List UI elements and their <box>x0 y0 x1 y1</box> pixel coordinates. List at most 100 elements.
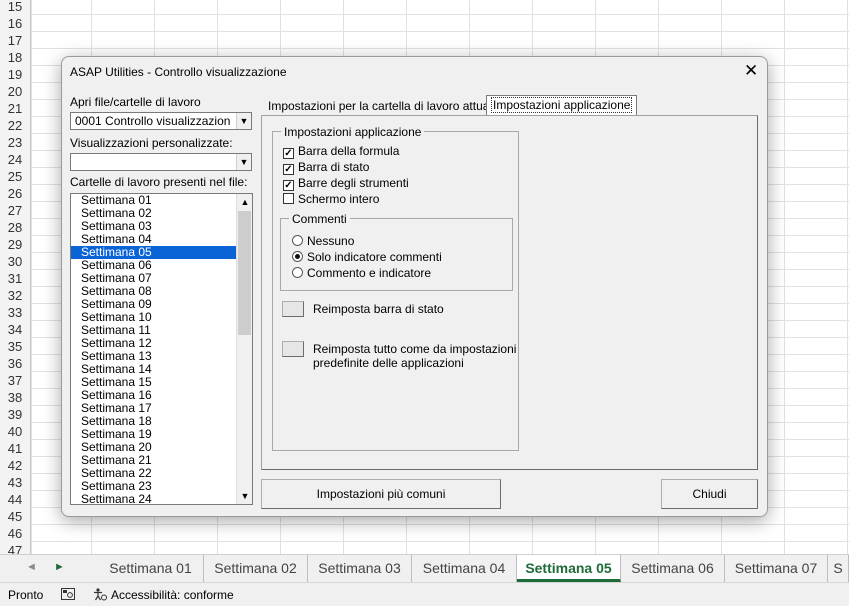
row-header[interactable]: 44 <box>0 491 31 508</box>
sheet-row[interactable]: 15 <box>0 0 849 15</box>
custom-views-dropdown[interactable]: ▼ <box>70 153 252 171</box>
row-header[interactable]: 39 <box>0 406 31 423</box>
tab-app-settings-label: Impostazioni applicazione <box>491 97 633 113</box>
row-header[interactable]: 36 <box>0 355 31 372</box>
checkbox-box[interactable]: ✓ <box>283 164 294 175</box>
row-header[interactable]: 17 <box>0 32 31 49</box>
row-header[interactable]: 22 <box>0 117 31 134</box>
checkbox-box[interactable] <box>283 193 294 204</box>
radio-button[interactable] <box>292 235 303 246</box>
row-header[interactable]: 40 <box>0 423 31 440</box>
sheet-row[interactable]: 17 <box>0 32 849 49</box>
app-settings-panel: Impostazioni applicazione ✓ Barra della f… <box>261 115 758 470</box>
radio-indicator-only[interactable]: Solo indicatore commenti <box>292 250 442 264</box>
radio-button[interactable] <box>292 267 303 278</box>
tab-scroll-left-icon[interactable]: ◄ <box>26 561 37 573</box>
sheets-label: Cartelle di lavoro presenti nel file: <box>70 175 248 189</box>
row-header[interactable]: 30 <box>0 253 31 270</box>
app-settings-legend: Impostazioni applicazione <box>281 125 425 139</box>
sheet-row[interactable]: 46 <box>0 525 849 542</box>
checkbox-status-bar[interactable]: ✓ Barra di stato <box>283 160 369 175</box>
close-icon[interactable]: ✕ <box>744 61 758 81</box>
list-item[interactable]: Settimana 24 <box>71 493 236 505</box>
open-files-label: Apri file/cartelle di lavoro <box>70 95 201 109</box>
dialog-title: ASAP Utilities - Controllo visualizzazio… <box>70 65 287 79</box>
chevron-down-icon[interactable]: ▼ <box>236 154 251 170</box>
scrollbar-thumb[interactable] <box>238 211 251 335</box>
tab-app-settings[interactable]: Impostazioni applicazione <box>486 95 638 116</box>
row-header[interactable]: 27 <box>0 202 31 219</box>
checkbox-label: Schermo intero <box>298 192 380 206</box>
row-header[interactable]: 38 <box>0 389 31 406</box>
reset-all-label-line1: Reimposta tutto come da impostazioni <box>313 342 517 356</box>
custom-views-label: Visualizzazioni personalizzate: <box>70 136 233 150</box>
radio-comment-and-indicator[interactable]: Commento e indicatore <box>292 266 431 280</box>
close-button[interactable]: Chiudi <box>661 479 758 509</box>
row-header[interactable]: 23 <box>0 134 31 151</box>
reset-all-button[interactable] <box>282 341 304 357</box>
chevron-down-icon[interactable]: ▼ <box>236 113 251 129</box>
reset-all-label-line2: predefinite delle applicazioni <box>313 356 464 370</box>
sheet-tab-bar: ◄ ► Settimana 01 Settimana 02 Settimana 03… <box>0 554 849 582</box>
row-header[interactable]: 20 <box>0 83 31 100</box>
open-files-dropdown[interactable]: 0001 Controllo visualizzazione.x ▼ <box>70 112 252 130</box>
row-header[interactable]: 35 <box>0 338 31 355</box>
checkbox-label: Barra di stato <box>298 160 370 174</box>
row-header[interactable]: 16 <box>0 15 31 32</box>
macro-record-icon[interactable] <box>61 588 75 603</box>
radio-button[interactable] <box>292 251 303 262</box>
reset-statusbar-button[interactable] <box>282 301 304 317</box>
checkbox-formula-bar[interactable]: ✓ Barra della formula <box>283 144 399 159</box>
tab-workbook-settings[interactable]: Impostazioni per la cartella di lavoro a… <box>264 97 503 115</box>
scroll-down-icon[interactable]: ▼ <box>237 488 252 504</box>
row-header[interactable]: 41 <box>0 440 31 457</box>
status-bar: Pronto Accessibilità: conforme <box>0 582 849 606</box>
checkbox-box[interactable]: ✓ <box>283 180 294 191</box>
row-header[interactable]: 46 <box>0 525 31 542</box>
checkbox-full-screen[interactable]: Schermo intero <box>283 192 379 206</box>
row-header[interactable]: 19 <box>0 66 31 83</box>
sheet-tab[interactable]: Settimana 04 <box>412 555 517 582</box>
row-header[interactable]: 32 <box>0 287 31 304</box>
row-header[interactable]: 18 <box>0 49 31 66</box>
row-header[interactable]: 24 <box>0 151 31 168</box>
sheet-tab[interactable]: Settimana 06 <box>621 555 725 582</box>
sheets-listbox[interactable]: Settimana 01 Settimana 02 Settimana 03 Sett… <box>70 193 253 505</box>
row-header[interactable]: 34 <box>0 321 31 338</box>
checkbox-toolbars[interactable]: ✓ Barre degli strumenti <box>283 176 409 191</box>
row-header[interactable]: 47 <box>0 542 31 554</box>
sheet-tab[interactable]: Settimana 03 <box>308 555 412 582</box>
view-control-dialog: ASAP Utilities - Controllo visualizzazio… <box>61 56 768 517</box>
sheet-tab[interactable]: Settimana 07 <box>725 555 828 582</box>
accessibility-status[interactable]: Accessibilità: conforme <box>111 588 234 602</box>
row-header[interactable]: 45 <box>0 508 31 525</box>
row-header[interactable]: 28 <box>0 219 31 236</box>
sheet-row[interactable]: 16 <box>0 15 849 32</box>
row-header[interactable]: 15 <box>0 0 31 15</box>
checkbox-label: Barra della formula <box>298 144 400 158</box>
checkbox-box[interactable]: ✓ <box>283 148 294 159</box>
row-header[interactable]: 21 <box>0 100 31 117</box>
row-header[interactable]: 43 <box>0 474 31 491</box>
common-settings-button[interactable]: Impostazioni più comuni <box>261 479 501 509</box>
sheet-tab[interactable]: Settimana 02 <box>204 555 308 582</box>
tab-scroll-right-icon[interactable]: ► <box>54 561 65 573</box>
sheet-tab[interactable]: Settimana 01 <box>98 555 204 582</box>
radio-label: Solo indicatore commenti <box>307 250 442 264</box>
row-header[interactable]: 42 <box>0 457 31 474</box>
scroll-up-icon[interactable]: ▲ <box>237 194 252 210</box>
status-ready: Pronto <box>8 588 44 602</box>
row-header[interactable]: 37 <box>0 372 31 389</box>
sheet-tab[interactable]: Settimana 05 <box>517 555 621 582</box>
row-header[interactable]: 33 <box>0 304 31 321</box>
row-header[interactable]: 31 <box>0 270 31 287</box>
sheet-tab[interactable]: S <box>828 555 849 582</box>
listbox-scrollbar[interactable]: ▲ ▼ <box>236 194 252 504</box>
open-files-value: 0001 Controllo visualizzazione.x <box>75 114 231 128</box>
sheet-row[interactable]: 47 <box>0 542 849 554</box>
accessibility-icon[interactable] <box>93 588 107 604</box>
row-header[interactable]: 25 <box>0 168 31 185</box>
row-header[interactable]: 29 <box>0 236 31 253</box>
radio-none[interactable]: Nessuno <box>292 234 354 248</box>
row-header[interactable]: 26 <box>0 185 31 202</box>
